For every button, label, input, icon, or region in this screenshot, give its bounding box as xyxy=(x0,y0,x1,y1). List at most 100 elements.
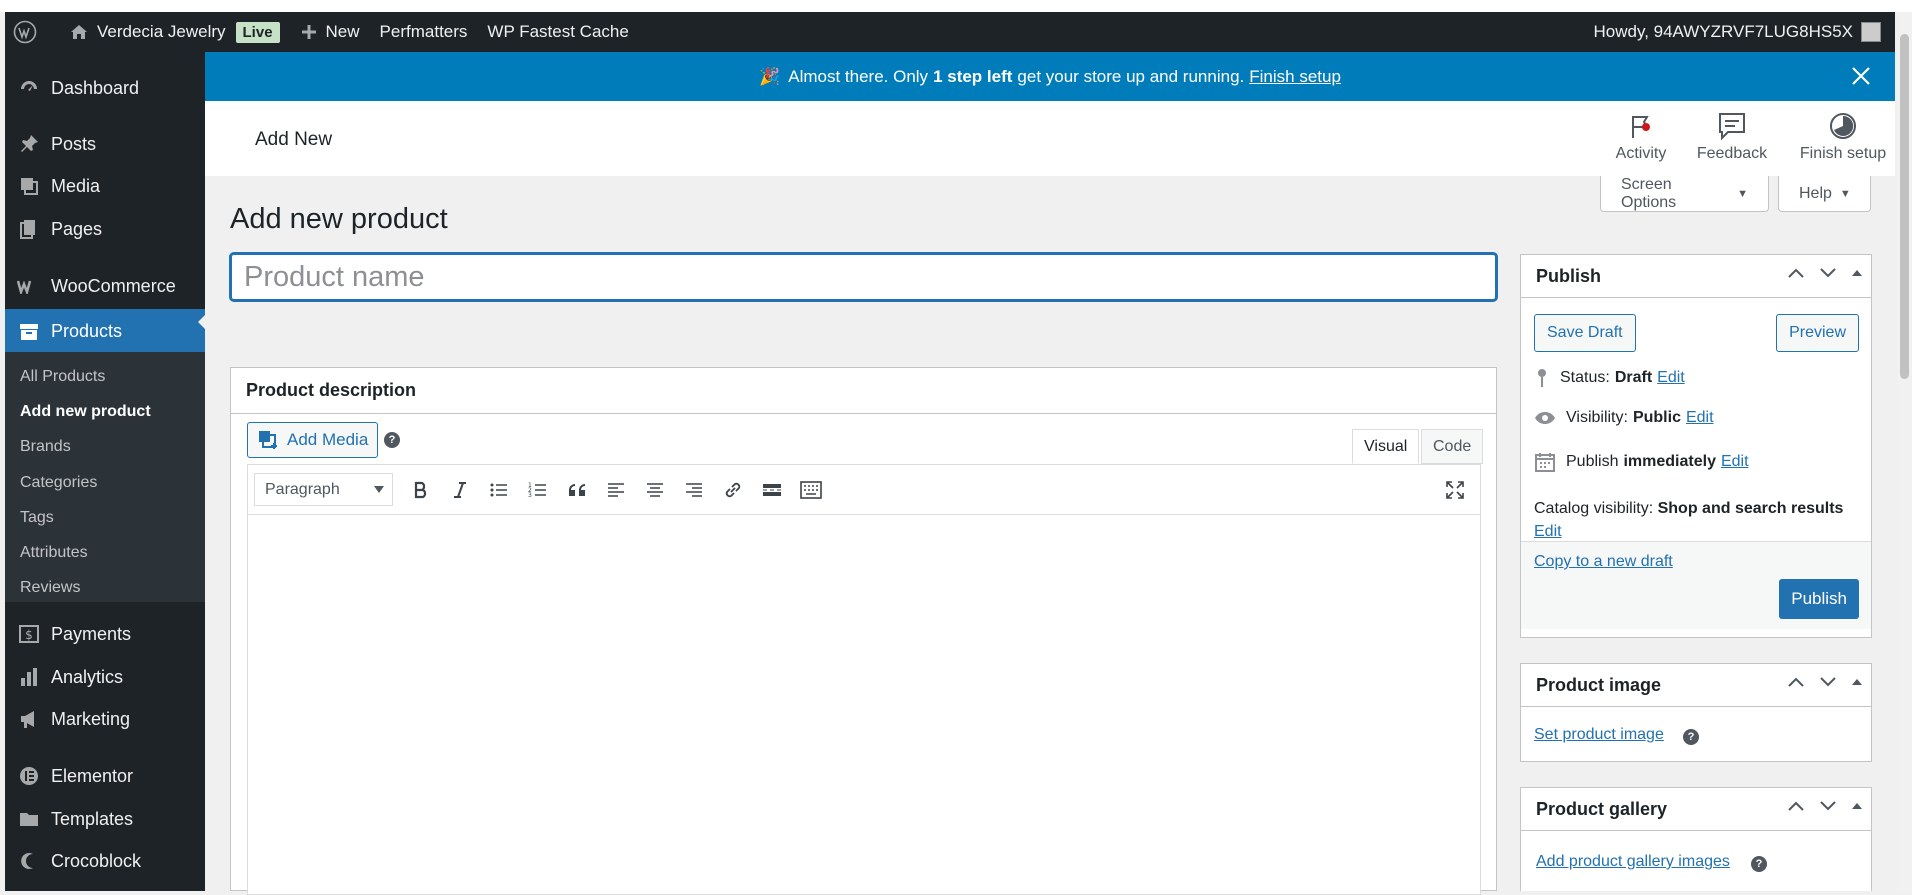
editor-content-area[interactable] xyxy=(247,515,1481,895)
schedule-row: Publish immediately Edit xyxy=(1534,451,1749,473)
media-icon xyxy=(15,172,43,200)
save-draft-button[interactable]: Save Draft xyxy=(1534,314,1636,352)
set-product-image-link[interactable]: Set product image xyxy=(1534,726,1664,744)
sidebar-item-crocoblock[interactable]: Crocoblock xyxy=(5,841,205,881)
notice-text-after: get your store up and running. xyxy=(1017,66,1245,86)
sidebar-item-dashboard[interactable]: Dashboard xyxy=(5,68,205,108)
edit-status-link[interactable]: Edit xyxy=(1657,369,1685,387)
submenu-add-new-product[interactable]: Add new product xyxy=(20,403,151,421)
sidebar-item-elementor[interactable]: Elementor xyxy=(5,756,205,796)
fastest-cache-link[interactable]: WP Fastest Cache xyxy=(477,12,638,52)
feedback-button[interactable]: Feedback xyxy=(1682,111,1782,171)
product-name-input[interactable] xyxy=(230,253,1497,301)
chevron-down-icon[interactable] xyxy=(1819,800,1837,812)
sidebar-label-dashboard: Dashboard xyxy=(51,77,140,98)
add-media-button[interactable]: Add Media xyxy=(247,422,379,458)
sidebar-label-media: Media xyxy=(51,175,101,196)
sidebar-item-payments[interactable]: $ Payments xyxy=(5,614,205,654)
help-button[interactable]: Help ▼ xyxy=(1778,176,1871,212)
help-icon[interactable]: ? xyxy=(1683,729,1699,745)
new-label: New xyxy=(325,22,360,41)
submenu-categories[interactable]: Categories xyxy=(20,474,97,492)
sidebar-item-pages[interactable]: Pages xyxy=(5,209,205,249)
archive-box-icon xyxy=(15,318,43,346)
perfmatters-link[interactable]: Perfmatters xyxy=(370,12,478,52)
read-more-icon[interactable] xyxy=(752,473,791,506)
page-title: Add new product xyxy=(230,203,448,235)
submenu-tags[interactable]: Tags xyxy=(20,509,54,527)
align-center-icon[interactable] xyxy=(635,473,674,506)
align-right-icon[interactable] xyxy=(674,473,713,506)
align-left-icon[interactable] xyxy=(596,473,635,506)
italic-icon[interactable] xyxy=(440,473,479,506)
sidebar-item-products[interactable]: Products xyxy=(5,309,205,354)
submenu-reviews[interactable]: Reviews xyxy=(20,579,80,597)
setup-notice: 🎉 Almost there. Only 1 step left get you… xyxy=(205,52,1895,101)
toolbar-toggle-icon[interactable] xyxy=(791,473,830,506)
product-description-title: Product description xyxy=(231,368,1496,414)
sidebar-label-payments: Payments xyxy=(51,623,132,644)
format-select[interactable]: Paragraph xyxy=(254,473,393,506)
activity-button[interactable]: Activity xyxy=(1591,111,1691,171)
tab-visual[interactable]: Visual xyxy=(1352,429,1420,464)
product-image-title: Product image xyxy=(1536,674,1662,695)
collapse-toggle-icon[interactable] xyxy=(1851,677,1863,687)
caret-down-icon: ▼ xyxy=(1839,187,1851,200)
sidebar-item-templates[interactable]: Templates xyxy=(5,799,205,839)
sidebar-item-analytics[interactable]: Analytics xyxy=(5,657,205,697)
tab-code[interactable]: Code xyxy=(1421,429,1484,464)
edit-catalog-visibility-link[interactable]: Edit xyxy=(1534,523,1562,540)
edit-schedule-link[interactable]: Edit xyxy=(1721,453,1749,471)
link-icon[interactable] xyxy=(713,473,752,506)
submenu-brands[interactable]: Brands xyxy=(20,438,71,456)
live-badge: Live xyxy=(235,21,280,43)
chevron-down-icon[interactable] xyxy=(1819,267,1837,279)
bold-icon[interactable] xyxy=(401,473,440,506)
finish-setup-link[interactable]: Finish setup xyxy=(1249,67,1341,87)
chevron-up-icon[interactable] xyxy=(1787,676,1805,688)
screen-options-button[interactable]: Screen Options ▼ xyxy=(1600,176,1769,212)
preview-button[interactable]: Preview xyxy=(1776,314,1859,352)
site-name-link[interactable]: Verdecia Jewelry Live xyxy=(59,12,290,52)
bulleted-list-icon[interactable] xyxy=(479,473,518,506)
sidebar-label-crocoblock: Crocoblock xyxy=(51,850,142,871)
browser-top-strip xyxy=(0,0,1912,12)
fullscreen-icon[interactable] xyxy=(1435,473,1474,506)
finish-setup-button[interactable]: Finish setup xyxy=(1783,111,1903,171)
pages-icon xyxy=(15,215,43,243)
chevron-up-icon[interactable] xyxy=(1787,267,1805,279)
blockquote-icon[interactable] xyxy=(557,473,596,506)
copy-to-draft-link[interactable]: Copy to a new draft xyxy=(1534,553,1673,571)
account-menu[interactable]: Howdy, 94AWYZRVF7LUG8HS5X xyxy=(1594,22,1896,42)
sidebar-item-marketing[interactable]: Marketing xyxy=(5,699,205,739)
chevron-up-icon[interactable] xyxy=(1787,800,1805,812)
wordpress-logo-button[interactable] xyxy=(5,12,59,52)
visibility-label: Visibility: xyxy=(1566,409,1628,426)
sidebar-label-woocommerce: WooCommerce xyxy=(51,275,176,296)
sidebar-item-media[interactable]: Media xyxy=(5,166,205,206)
sidebar-item-woocommerce[interactable]: WooCommerce xyxy=(5,266,205,306)
submenu-all-products[interactable]: All Products xyxy=(20,368,105,386)
add-media-icon xyxy=(259,431,277,449)
flag-icon xyxy=(1632,116,1649,138)
help-icon[interactable]: ? xyxy=(384,432,400,448)
help-icon[interactable]: ? xyxy=(1751,856,1767,872)
submenu-attributes[interactable]: Attributes xyxy=(20,544,88,562)
collapse-toggle-icon[interactable] xyxy=(1851,268,1863,278)
new-content-button[interactable]: New xyxy=(290,12,370,52)
publish-button[interactable]: Publish xyxy=(1779,579,1859,619)
close-icon[interactable] xyxy=(1849,64,1873,88)
sidebar-item-posts[interactable]: Posts xyxy=(5,124,205,164)
sidebar-label-posts: Posts xyxy=(51,133,97,154)
add-gallery-images-link[interactable]: Add product gallery images xyxy=(1536,853,1730,871)
collapse-toggle-icon[interactable] xyxy=(1851,801,1863,811)
edit-visibility-link[interactable]: Edit xyxy=(1686,409,1714,427)
plus-icon xyxy=(301,25,316,39)
pushpin-icon xyxy=(15,130,43,158)
numbered-list-icon[interactable]: 123 xyxy=(518,473,557,506)
elementor-icon xyxy=(15,762,43,790)
scrollbar-thumb[interactable] xyxy=(1900,34,1909,379)
megaphone-icon xyxy=(15,705,43,733)
chevron-down-icon[interactable] xyxy=(1819,676,1837,688)
page-scrollbar[interactable] xyxy=(1897,12,1912,891)
